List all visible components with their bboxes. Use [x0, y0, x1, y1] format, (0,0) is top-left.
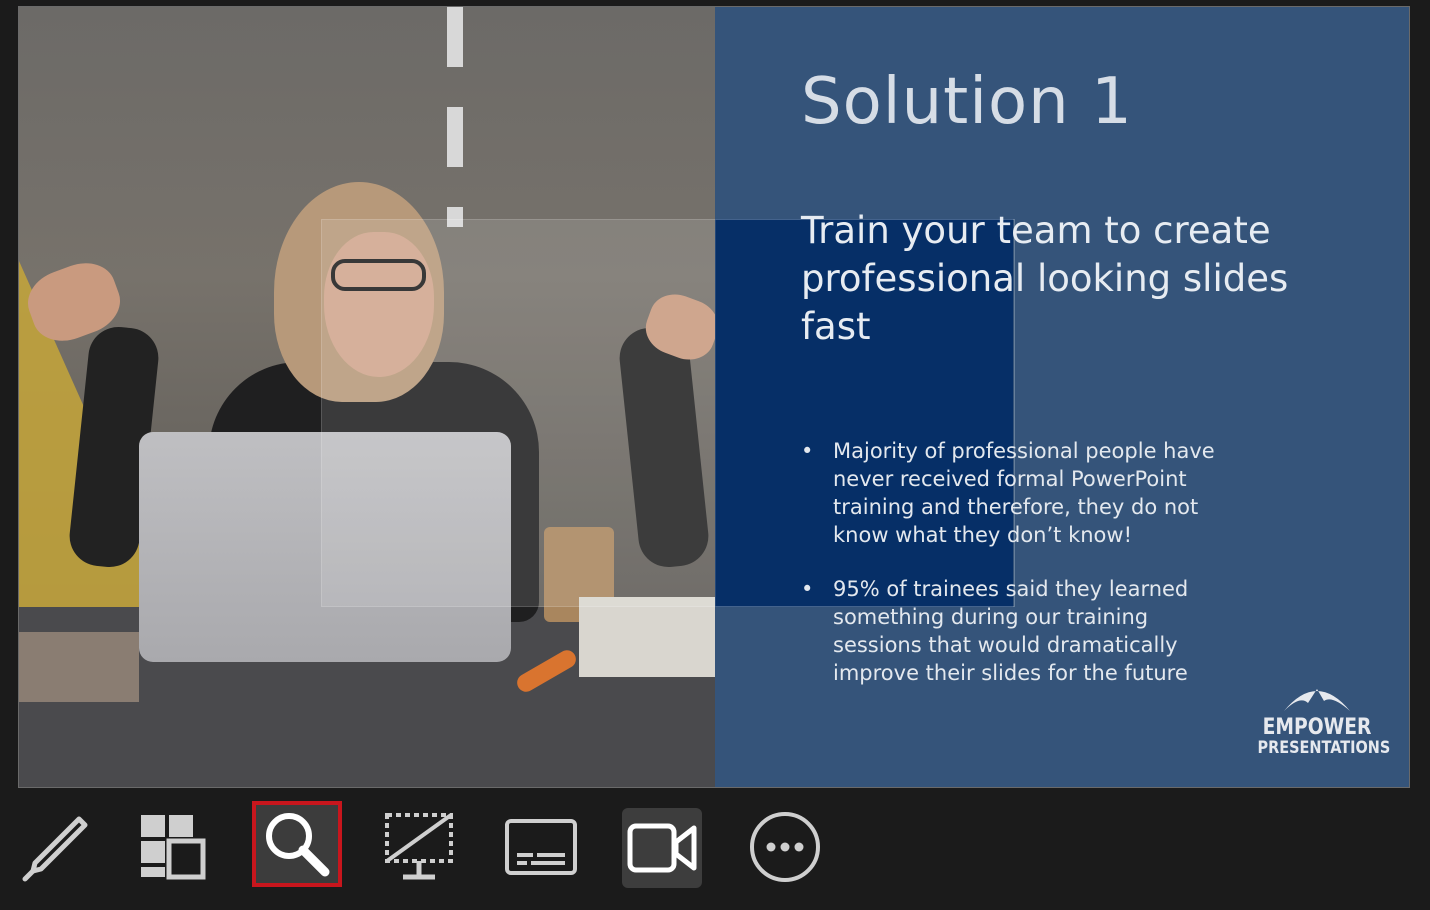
subtitles-button[interactable] [496, 804, 586, 890]
logo-line2: PRESENTATIONS [1257, 738, 1391, 758]
slide-view: Solution 1 Train your team to create pro… [18, 6, 1410, 788]
slide-subtitle: Train your team to create professional l… [801, 209, 1289, 348]
more-ellipsis-icon [750, 812, 820, 882]
more-options-button[interactable] [740, 804, 830, 890]
slide-title: Solution 1 [801, 65, 1133, 139]
black-screen-button[interactable] [374, 804, 464, 890]
presenter-toolbar [0, 796, 1430, 906]
bullet-list: Majority of professional people have nev… [801, 437, 1241, 713]
photo-books-right [579, 597, 715, 677]
photo-books-left [19, 632, 139, 702]
pen-tool-button[interactable] [10, 804, 100, 890]
mountain-logo-icon [1284, 689, 1350, 711]
video-camera-icon [627, 823, 697, 873]
see-all-slides-button[interactable] [128, 804, 218, 890]
bullet-item: Majority of professional people have nev… [801, 437, 1241, 549]
camera-button[interactable] [622, 808, 702, 888]
monitor-off-icon [385, 813, 453, 880]
zoom-region-photo [322, 220, 716, 606]
magnifier-icon [266, 813, 330, 877]
zoom-button[interactable] [252, 801, 342, 887]
slides-grid-icon [141, 815, 206, 880]
bullet-item: 95% of trainees said they learned someth… [801, 575, 1241, 687]
subtitles-icon [505, 819, 577, 875]
logo-line1: EMPOWER [1262, 715, 1372, 740]
pen-icon [22, 816, 88, 882]
photo-ceiling-lights [447, 7, 463, 227]
empower-presentations-logo: EMPOWER PRESENTATIONS [1247, 677, 1391, 758]
